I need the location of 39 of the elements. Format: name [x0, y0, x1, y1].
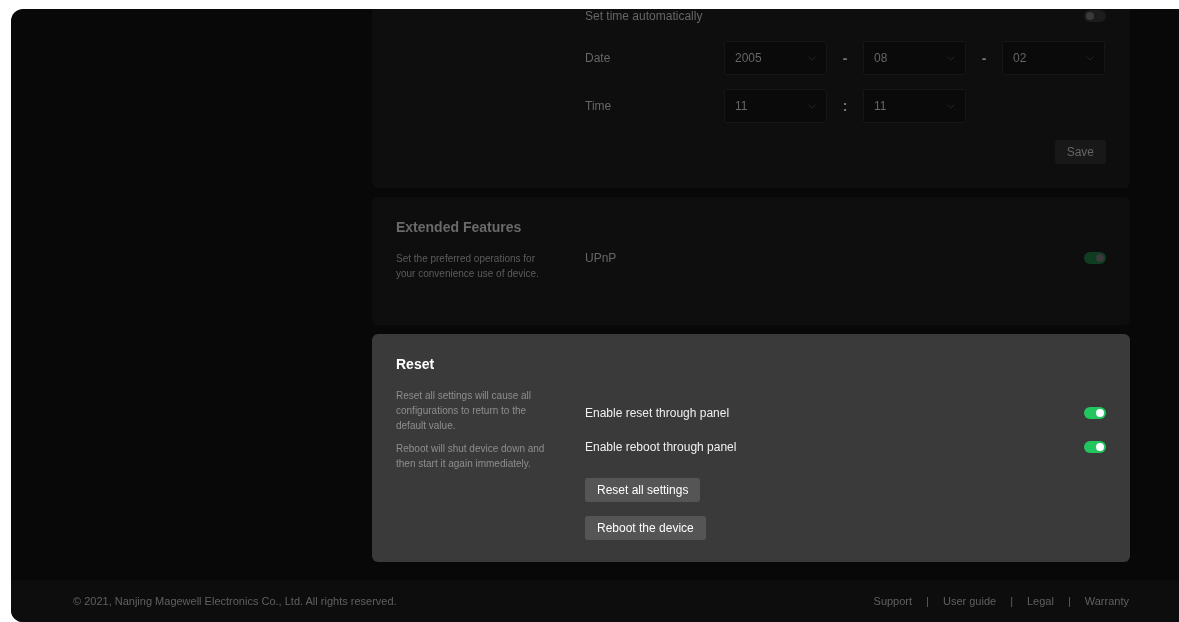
separator-text: - — [980, 50, 988, 66]
toggle-switch[interactable] — [1084, 252, 1106, 264]
select-field[interactable]: 11 — [863, 89, 966, 123]
footer-link[interactable]: Legal — [1027, 595, 1054, 607]
chevron-down-icon — [808, 103, 816, 109]
separator-text: : — [841, 98, 849, 114]
copyright-text: © 2021, Nanjing Magewell Electronics Co., Ltd. All rights reserved. — [73, 595, 397, 607]
action-button[interactable]: Reboot the device — [585, 516, 706, 540]
toggle-switch[interactable] — [1084, 10, 1106, 22]
field-label: Date — [585, 51, 612, 65]
footer-link[interactable]: Warranty — [1084, 595, 1129, 607]
section-description: Reboot will shut device down and then start it again immediately. — [396, 442, 546, 471]
select-field[interactable]: 2005 — [724, 41, 827, 75]
separator-text: | — [926, 595, 929, 607]
section-title: Extended Features — [396, 219, 523, 235]
footer-link[interactable]: User guide — [942, 595, 997, 607]
chevron-down-icon — [1086, 55, 1094, 61]
chevron-down-icon — [947, 55, 955, 61]
save-button[interactable]: Save — [1054, 140, 1106, 164]
separator-text: | — [1010, 595, 1013, 607]
chevron-down-icon — [947, 103, 955, 109]
setting-label: UPnP — [585, 251, 617, 265]
separator-text: | — [1067, 595, 1071, 607]
section-description: Set the preferred operations for your convenience use of device. — [396, 252, 540, 281]
footer-link[interactable]: Support — [873, 595, 913, 607]
field-label: Time — [585, 99, 613, 113]
chevron-down-icon — [808, 55, 816, 61]
select-field[interactable]: 02 — [1002, 41, 1105, 75]
toggle-switch[interactable] — [1084, 441, 1106, 453]
select-field[interactable]: 11 — [724, 89, 827, 123]
select-field[interactable]: 08 — [863, 41, 966, 75]
section-title: Reset — [396, 356, 436, 372]
setting-label: Enable reset through panel — [585, 406, 730, 420]
setting-label: Enable reboot through panel — [585, 440, 737, 454]
section-description: Reset all settings will cause all configurations to return to the default value. — [396, 389, 533, 433]
toggle-switch[interactable] — [1084, 407, 1106, 419]
action-button[interactable]: Reset all settings — [585, 478, 701, 502]
separator-text: - — [841, 50, 849, 66]
setting-label: Set time automatically — [585, 9, 703, 23]
